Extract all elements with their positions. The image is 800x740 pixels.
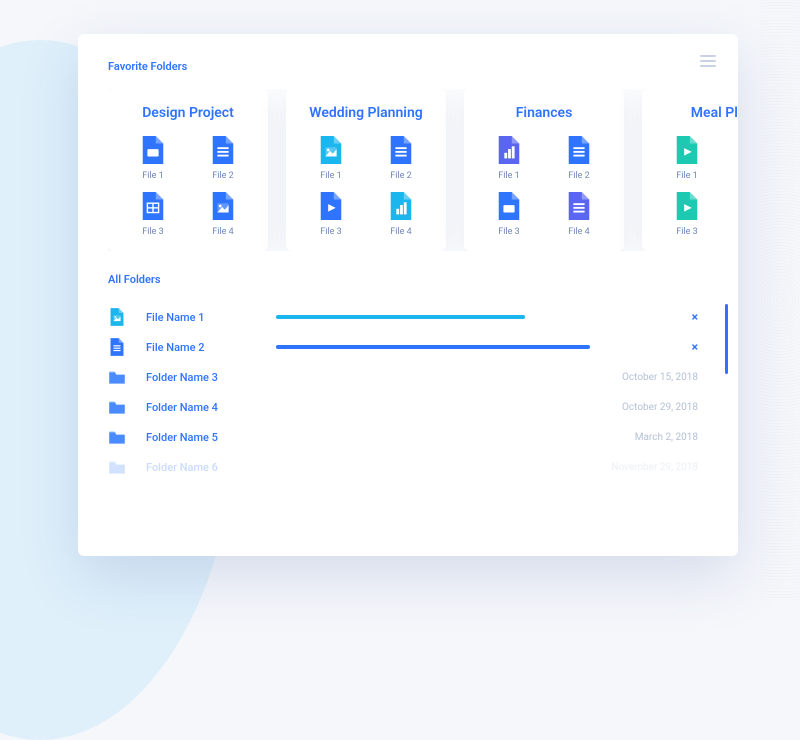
cancel-upload-button[interactable]: × bbox=[678, 310, 698, 324]
item-date: March 2, 2018 bbox=[568, 432, 698, 443]
item-date: October 29, 2018 bbox=[568, 402, 698, 413]
folder-icon bbox=[108, 397, 126, 417]
item-middle bbox=[276, 315, 678, 319]
file-grid: File 1 File 2 File 3 File 4 bbox=[296, 133, 436, 237]
progress-bar bbox=[276, 345, 590, 349]
main-panel: Favorite Folders Design ProjectFile 1Fil… bbox=[78, 34, 738, 556]
list-item[interactable]: Folder Name 6 November 29, 2018 bbox=[108, 452, 698, 482]
file-label: File 3 bbox=[320, 227, 341, 237]
item-date: October 15, 2018 bbox=[568, 372, 698, 383]
file-label: File 2 bbox=[212, 171, 233, 181]
folder-icon bbox=[108, 457, 126, 477]
file-item[interactable]: File 1 bbox=[118, 133, 188, 181]
file-item[interactable]: File 1 bbox=[652, 133, 722, 181]
file-label: File 2 bbox=[390, 171, 411, 181]
folder-card-title: Wedding Planning bbox=[296, 105, 436, 121]
file-label: File 1 bbox=[320, 171, 341, 181]
favorites-section-title: Favorite Folders bbox=[108, 60, 738, 73]
item-name: Folder Name 6 bbox=[146, 461, 276, 474]
file-item[interactable]: File 1 bbox=[296, 133, 366, 181]
doc-list-icon bbox=[565, 133, 593, 167]
item-name: Folder Name 5 bbox=[146, 431, 276, 444]
file-label: File 4 bbox=[390, 227, 411, 237]
list-item[interactable]: Folder Name 5 March 2, 2018 bbox=[108, 422, 698, 452]
item-name: Folder Name 4 bbox=[146, 401, 276, 414]
folder-card[interactable]: Design Project File 1 File 2 File 3 File 4 bbox=[108, 89, 268, 251]
file-label: File 1 bbox=[676, 171, 697, 181]
doc-video-icon bbox=[317, 189, 345, 223]
doc-presentation-icon bbox=[495, 189, 523, 223]
file-label: File 2 bbox=[568, 171, 589, 181]
doc-list-icon bbox=[565, 189, 593, 223]
doc-presentation-icon bbox=[139, 133, 167, 167]
folder-card-title: Design Project bbox=[118, 105, 258, 121]
doc-list-icon bbox=[108, 337, 126, 357]
folder-card-title: Finances bbox=[474, 105, 614, 121]
list-item[interactable]: Folder Name 4 October 29, 2018 bbox=[108, 392, 698, 422]
folder-card-title: Meal Plan bbox=[652, 105, 738, 121]
list-item[interactable]: File Name 2 × bbox=[108, 332, 698, 362]
file-item[interactable]: File 4 bbox=[188, 189, 258, 237]
file-item[interactable]: File 2 bbox=[722, 133, 738, 181]
list-item[interactable]: Folder Name 3 October 15, 2018 bbox=[108, 362, 698, 392]
all-folders-list: File Name 1 × File Name 2 × Folder Name 3 Oct… bbox=[108, 302, 738, 482]
all-folders-section-title: All Folders bbox=[108, 273, 738, 286]
folder-icon bbox=[108, 427, 126, 447]
scrollbar-thumb[interactable] bbox=[725, 304, 728, 374]
file-item[interactable]: File 3 bbox=[652, 189, 722, 237]
cancel-upload-button[interactable]: × bbox=[678, 340, 698, 354]
progress-bar bbox=[276, 315, 525, 319]
menu-button[interactable] bbox=[700, 52, 716, 70]
file-label: File 3 bbox=[498, 227, 519, 237]
doc-list-icon bbox=[387, 133, 415, 167]
file-grid: File 1 File 2 File 3 File 4 bbox=[474, 133, 614, 237]
file-item[interactable]: File 3 bbox=[296, 189, 366, 237]
item-middle bbox=[276, 345, 678, 349]
doc-list-icon bbox=[209, 133, 237, 167]
favorite-folders-row: Design ProjectFile 1File 2File 3File 4We… bbox=[108, 89, 738, 251]
file-label: File 1 bbox=[498, 171, 519, 181]
doc-image-icon bbox=[209, 189, 237, 223]
item-name: File Name 1 bbox=[146, 311, 276, 324]
file-label: File 1 bbox=[142, 171, 163, 181]
file-label: File 3 bbox=[676, 227, 697, 237]
background-noise bbox=[760, 0, 800, 600]
doc-video-icon bbox=[673, 189, 701, 223]
file-item[interactable]: File 3 bbox=[474, 189, 544, 237]
file-label: File 3 bbox=[142, 227, 163, 237]
doc-image-icon bbox=[317, 133, 345, 167]
folder-card[interactable]: Meal Plan File 1 File 2 File 3 File 4 bbox=[642, 89, 738, 251]
doc-table-icon bbox=[139, 189, 167, 223]
file-label: File 4 bbox=[568, 227, 589, 237]
file-grid: File 1 File 2 File 3 File 4 bbox=[118, 133, 258, 237]
folder-card[interactable]: Finances File 1 File 2 File 3 File 4 bbox=[464, 89, 624, 251]
file-label: File 4 bbox=[212, 227, 233, 237]
file-item[interactable]: File 4 bbox=[366, 189, 436, 237]
folder-card[interactable]: Wedding Planning File 1 File 2 File 3 File 4 bbox=[286, 89, 446, 251]
folder-icon bbox=[108, 367, 126, 387]
file-grid: File 1 File 2 File 3 File 4 bbox=[652, 133, 738, 237]
item-date: November 29, 2018 bbox=[568, 462, 698, 473]
doc-video-icon bbox=[673, 133, 701, 167]
doc-chart-icon bbox=[387, 189, 415, 223]
doc-chart-icon bbox=[495, 133, 523, 167]
doc-image-icon bbox=[108, 307, 126, 327]
item-name: File Name 2 bbox=[146, 341, 276, 354]
file-item[interactable]: File 3 bbox=[118, 189, 188, 237]
list-item[interactable]: File Name 1 × bbox=[108, 302, 698, 332]
file-item[interactable]: File 4 bbox=[722, 189, 738, 237]
file-item[interactable]: File 1 bbox=[474, 133, 544, 181]
file-item[interactable]: File 2 bbox=[188, 133, 258, 181]
item-name: Folder Name 3 bbox=[146, 371, 276, 384]
file-item[interactable]: File 2 bbox=[366, 133, 436, 181]
file-item[interactable]: File 2 bbox=[544, 133, 614, 181]
file-item[interactable]: File 4 bbox=[544, 189, 614, 237]
